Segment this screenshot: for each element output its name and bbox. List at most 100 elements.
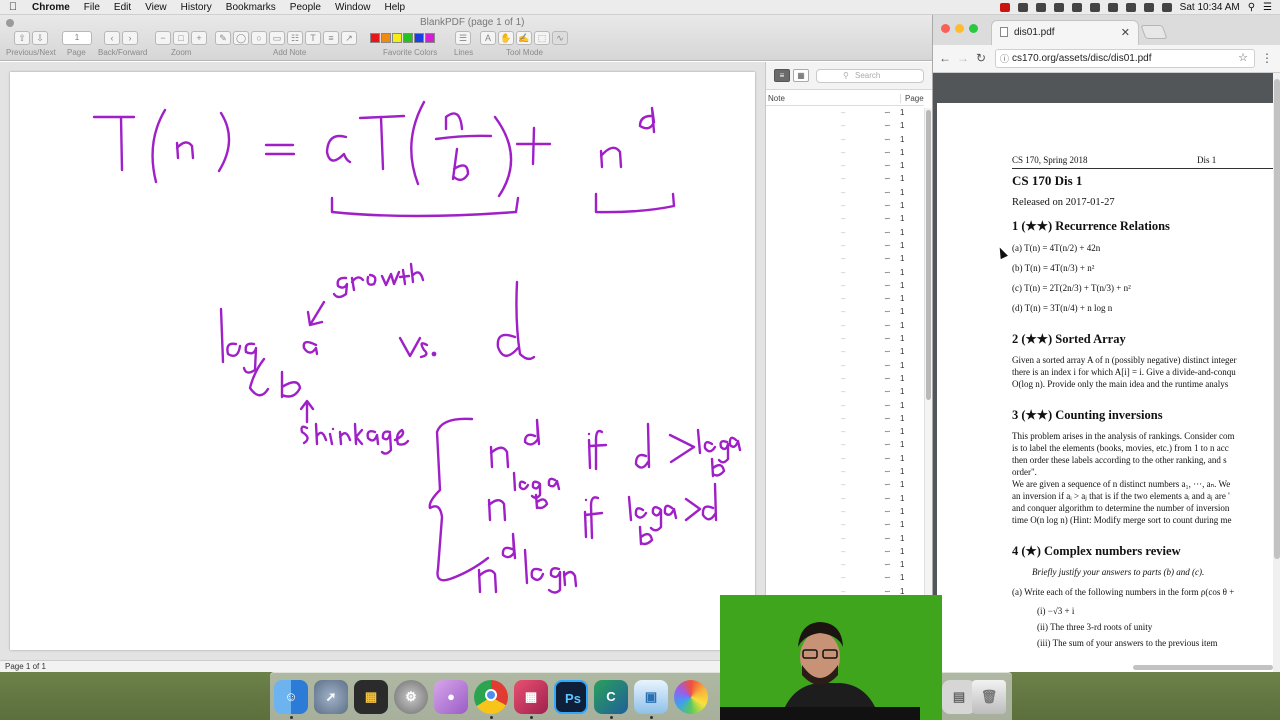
- previous-page-button[interactable]: ⇧: [14, 31, 30, 45]
- zoom-in-button[interactable]: +: [191, 31, 207, 45]
- color-swatch-blue[interactable]: [414, 33, 424, 43]
- note-row[interactable]: – ∽ 1: [766, 281, 924, 294]
- marquee-icon[interactable]: ⬚: [534, 31, 550, 45]
- note-row[interactable]: – ∽ 1: [766, 374, 924, 387]
- note-tool-icon[interactable]: ☷: [287, 31, 303, 45]
- chrome-menu-icon[interactable]: ⋮: [1261, 51, 1273, 65]
- note-row[interactable]: – ∽ 1: [766, 321, 924, 334]
- status-app-icon-3[interactable]: [1035, 3, 1046, 12]
- close-window-button[interactable]: [941, 24, 950, 33]
- menu-history[interactable]: History: [175, 0, 220, 15]
- note-row[interactable]: – ∽ 1: [766, 347, 924, 360]
- back-arrow-icon[interactable]: ←: [939, 51, 951, 65]
- photos-icon[interactable]: [674, 680, 708, 714]
- column-page[interactable]: Page: [900, 94, 924, 103]
- note-row[interactable]: – ∽ 1: [766, 427, 924, 440]
- status-app-icon-4[interactable]: [1053, 3, 1064, 12]
- zoom-fit-button[interactable]: □: [173, 31, 189, 45]
- text-select-icon[interactable]: A: [480, 31, 496, 45]
- menu-bookmarks[interactable]: Bookmarks: [220, 0, 284, 15]
- color-swatch-orange[interactable]: [381, 33, 391, 43]
- note-row[interactable]: – ∽ 1: [766, 307, 924, 320]
- note-row[interactable]: – ∽ 1: [766, 201, 924, 214]
- color-swatch-yellow[interactable]: [392, 33, 402, 43]
- arrow-tool-icon[interactable]: ↗: [341, 31, 357, 45]
- menu-app-name[interactable]: Chrome: [26, 0, 78, 15]
- zoom-window-button[interactable]: [969, 24, 978, 33]
- forward-button[interactable]: ›: [122, 31, 138, 45]
- note-row[interactable]: – ∽ 1: [766, 174, 924, 187]
- note-row[interactable]: – ∽ 1: [766, 121, 924, 134]
- note-row[interactable]: – ∽ 1: [766, 108, 924, 121]
- new-tab-button[interactable]: [1140, 25, 1168, 39]
- page-number-field[interactable]: 1: [62, 31, 92, 45]
- rectangle-tool-icon[interactable]: ▭: [269, 31, 285, 45]
- text-tool-icon[interactable]: T: [305, 31, 321, 45]
- oval-tool-icon[interactable]: ◯: [233, 31, 249, 45]
- menubar-clock[interactable]: Sat 10:34 AM: [1180, 2, 1240, 13]
- menu-window[interactable]: Window: [329, 0, 379, 15]
- menu-file[interactable]: File: [78, 0, 108, 15]
- color-swatch-red[interactable]: [370, 33, 380, 43]
- menu-edit[interactable]: Edit: [108, 0, 139, 15]
- status-app-icon-2[interactable]: [1017, 3, 1028, 12]
- notes-scrollbar[interactable]: [924, 108, 932, 658]
- volume-icon[interactable]: [1143, 3, 1154, 12]
- note-row[interactable]: – ∽ 1: [766, 135, 924, 148]
- note-row[interactable]: – ∽ 1: [766, 534, 924, 547]
- bookmark-star-icon[interactable]: ☆: [1238, 50, 1248, 67]
- trash-icon[interactable]: 🗑: [972, 680, 1006, 714]
- menu-view[interactable]: View: [139, 0, 175, 15]
- note-row[interactable]: – ∽ 1: [766, 507, 924, 520]
- status-app-icon[interactable]: [999, 3, 1010, 12]
- note-row[interactable]: – ∽ 1: [766, 334, 924, 347]
- battery-icon[interactable]: [1161, 3, 1172, 12]
- note-row[interactable]: – ∽ 1: [766, 254, 924, 267]
- note-row[interactable]: – ∽ 1: [766, 494, 924, 507]
- apple-icon[interactable]: : [0, 1, 26, 13]
- photo-booth-icon[interactable]: ▦: [354, 680, 388, 714]
- eject-icon[interactable]: [1089, 3, 1100, 12]
- note-row[interactable]: – ∽ 1: [766, 547, 924, 560]
- close-tab-icon[interactable]: ✕: [1121, 26, 1130, 39]
- menu-people[interactable]: People: [284, 0, 329, 15]
- next-page-button[interactable]: ⇩: [32, 31, 48, 45]
- thumbnail-view-icon[interactable]: ▦: [793, 69, 809, 82]
- note-row[interactable]: – ∽ 1: [766, 573, 924, 586]
- photoshop-icon[interactable]: Ps: [554, 680, 588, 714]
- note-row[interactable]: – ∽ 1: [766, 294, 924, 307]
- back-button[interactable]: ‹: [104, 31, 120, 45]
- note-row[interactable]: – ∽ 1: [766, 440, 924, 453]
- note-row[interactable]: – ∽ 1: [766, 480, 924, 493]
- ink-tool-icon[interactable]: ∿: [552, 31, 568, 45]
- note-row[interactable]: – ∽ 1: [766, 387, 924, 400]
- color-swatch-magenta[interactable]: [425, 33, 435, 43]
- circle-tool-icon[interactable]: ○: [251, 31, 267, 45]
- color-swatch-green[interactable]: [403, 33, 413, 43]
- minimize-window-button[interactable]: [955, 24, 964, 33]
- pdf-horizontal-scrollbar[interactable]: [1133, 665, 1273, 670]
- forward-arrow-icon[interactable]: →: [957, 51, 969, 65]
- reload-icon[interactable]: ↻: [976, 51, 986, 65]
- time-machine-icon[interactable]: [1071, 3, 1082, 12]
- notes-search-field[interactable]: ⚲ Search: [816, 69, 924, 83]
- pdf-vertical-scrollbar[interactable]: [1273, 73, 1280, 672]
- photo-icon[interactable]: ▦: [514, 680, 548, 714]
- app-icon[interactable]: ●: [434, 680, 468, 714]
- notes-scroll-thumb[interactable]: [926, 110, 931, 400]
- chrome-tab-dis01[interactable]: dis01.pdf ✕: [991, 20, 1139, 45]
- address-bar[interactable]: ⓘ cs170.org/assets/disc/dis01.pdf ☆: [995, 49, 1255, 68]
- document-stack-icon[interactable]: ▤: [942, 680, 976, 714]
- zoom-out-button[interactable]: −: [155, 31, 171, 45]
- info-icon[interactable]: ⓘ: [1000, 51, 1009, 68]
- note-row[interactable]: – ∽ 1: [766, 560, 924, 573]
- note-row[interactable]: – ∽ 1: [766, 520, 924, 533]
- preview-icon[interactable]: ▣: [634, 680, 668, 714]
- note-row[interactable]: – ∽ 1: [766, 414, 924, 427]
- note-row[interactable]: – ∽ 1: [766, 361, 924, 374]
- note-row[interactable]: – ∽ 1: [766, 454, 924, 467]
- close-window-button[interactable]: [6, 19, 14, 27]
- note-row[interactable]: – ∽ 1: [766, 148, 924, 161]
- note-row[interactable]: – ∽ 1: [766, 188, 924, 201]
- launchpad-icon[interactable]: ➚: [314, 680, 348, 714]
